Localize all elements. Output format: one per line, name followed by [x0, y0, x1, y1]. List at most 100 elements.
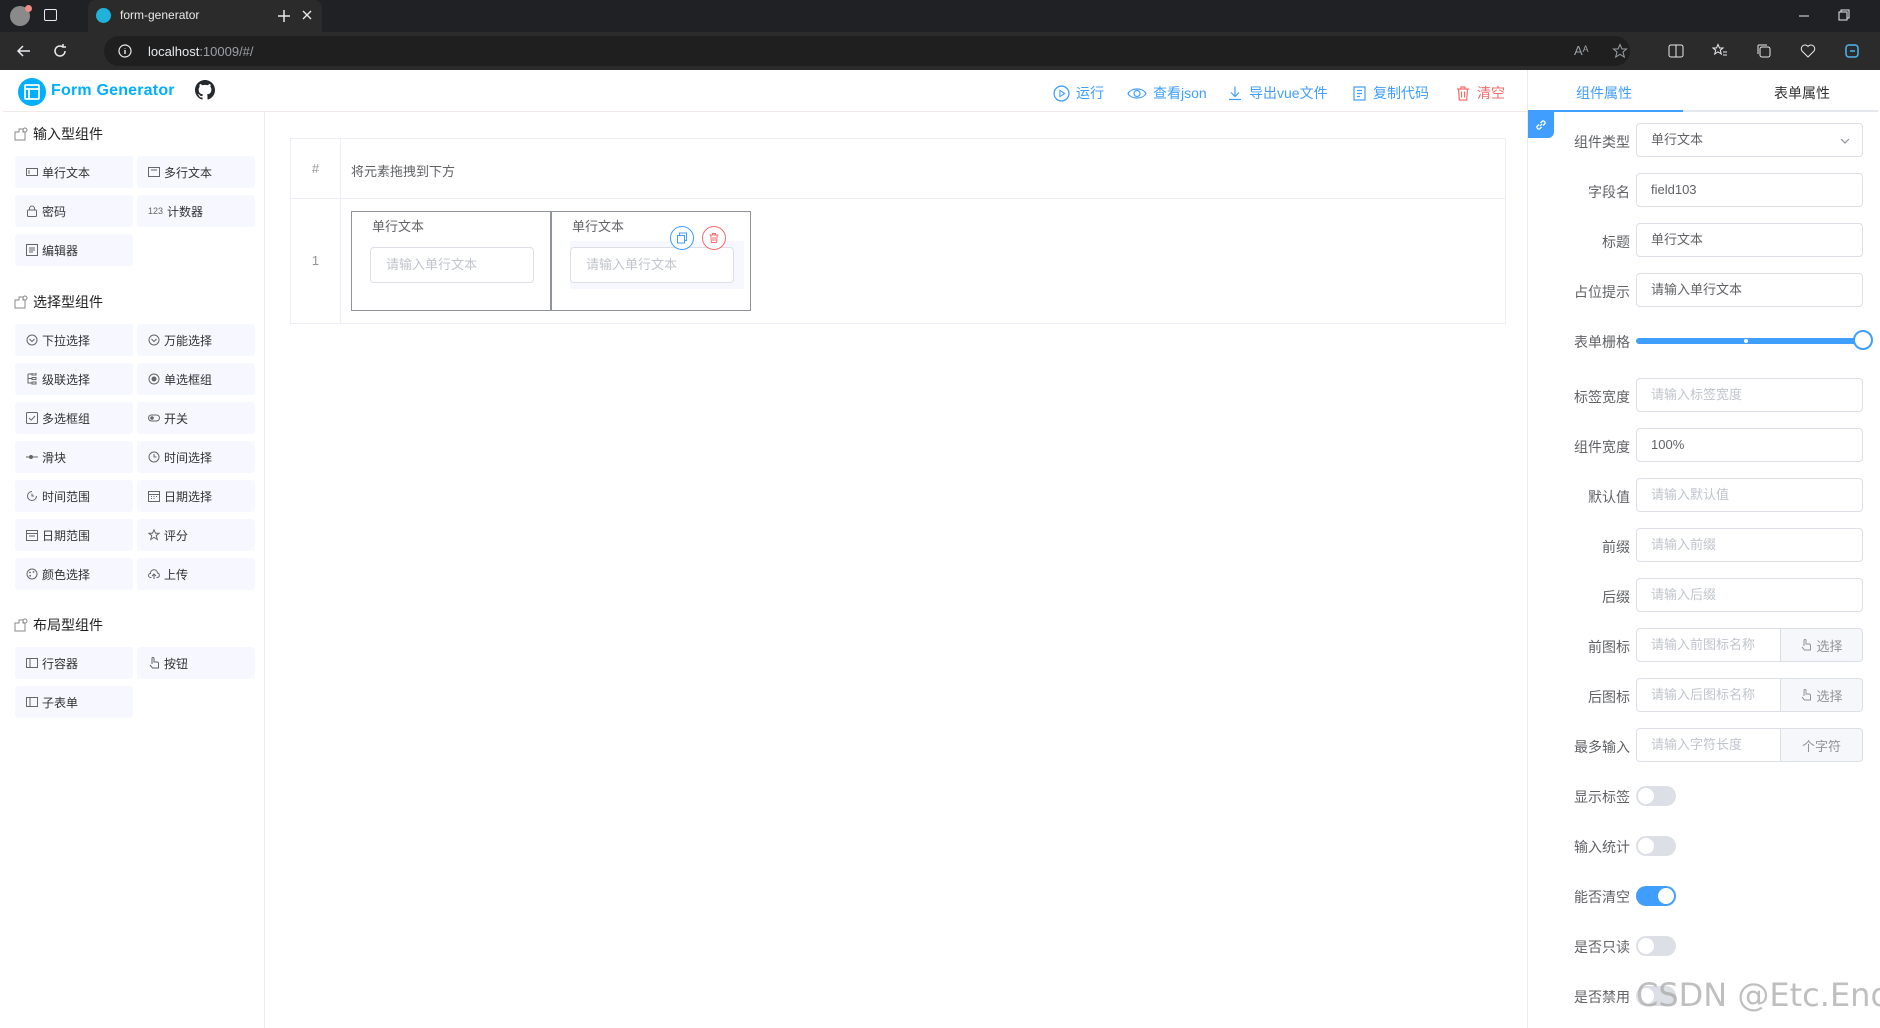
- suffix-input[interactable]: 请输入后缀: [1636, 578, 1863, 612]
- component-date[interactable]: 日期选择: [137, 480, 255, 512]
- component-rate[interactable]: 评分: [137, 519, 255, 551]
- field-name-input[interactable]: field103: [1636, 173, 1863, 207]
- form-field-item[interactable]: 单行文本 请输入单行文本: [351, 211, 551, 311]
- back-icon[interactable]: [16, 43, 32, 59]
- field-input[interactable]: 请输入单行文本: [570, 247, 734, 283]
- component-select[interactable]: 下拉选择: [15, 324, 133, 356]
- restore-icon[interactable]: [1838, 9, 1850, 21]
- new-tab-icon[interactable]: [276, 8, 292, 24]
- tab-component-props[interactable]: 组件属性: [1576, 83, 1632, 103]
- component-cascader[interactable]: 级联选择: [15, 363, 133, 395]
- site-info-icon[interactable]: [118, 44, 132, 58]
- default-value-input[interactable]: 请输入默认值: [1636, 478, 1863, 512]
- prefix-input[interactable]: 请输入前缀: [1636, 528, 1863, 562]
- maxlength-append: 个字符: [1781, 728, 1863, 762]
- show-label-switch[interactable]: [1636, 786, 1676, 806]
- component-label: 评分: [164, 528, 189, 543]
- component-time-range[interactable]: 时间范围: [15, 480, 133, 512]
- run-button[interactable]: 运行: [1053, 83, 1104, 103]
- url-field[interactable]: localhost:10009/#/ Aᴬ: [104, 36, 1630, 66]
- component-type-select[interactable]: 单行文本: [1636, 123, 1863, 157]
- profile-avatar-icon[interactable]: [10, 5, 32, 26]
- prop-row-clearable: 能否清空: [1528, 878, 1868, 912]
- collections-icon[interactable]: [1756, 43, 1772, 59]
- component-label: 多选框组: [42, 411, 91, 426]
- export-vue-button[interactable]: 导出vue文件: [1227, 83, 1328, 103]
- component-checkbox[interactable]: 多选框组: [15, 402, 133, 434]
- group-title-label: 输入型组件: [33, 126, 103, 142]
- component-label: 上传: [164, 567, 189, 582]
- select-icon: [26, 334, 38, 346]
- component-group-icon: [14, 295, 28, 309]
- copy-field-button[interactable]: [670, 226, 694, 250]
- component-subform[interactable]: 子表单: [15, 686, 133, 718]
- component-upload[interactable]: 上传: [137, 558, 255, 590]
- prefix-icon-input[interactable]: 请输入前图标名称: [1636, 628, 1781, 662]
- suffix-icon-select-button[interactable]: 选择: [1781, 678, 1863, 712]
- minimize-icon[interactable]: [1798, 10, 1810, 22]
- prop-row-word-limit: 输入统计: [1528, 828, 1868, 862]
- properties-panel: 组件属性 表单属性 组件类型 单行文本 字段名 field103 标题 单行文本…: [1527, 70, 1878, 1028]
- cascader-icon: [27, 373, 37, 385]
- grid-span-slider[interactable]: [1636, 330, 1873, 350]
- label-width-input[interactable]: 请输入标签宽度: [1636, 378, 1863, 412]
- delete-field-button[interactable]: [702, 226, 726, 250]
- field-input[interactable]: 请输入单行文本: [370, 247, 534, 283]
- prop-row-prefix: 前缀 请输入前缀: [1528, 528, 1868, 562]
- title-input[interactable]: 单行文本: [1636, 223, 1863, 257]
- trash-icon: [1457, 85, 1469, 101]
- prop-label: 标签宽度: [1574, 389, 1630, 405]
- component-color[interactable]: 颜色选择: [15, 558, 133, 590]
- document-copy-icon: [1353, 85, 1366, 101]
- word-limit-switch[interactable]: [1636, 836, 1676, 856]
- github-icon[interactable]: [195, 80, 215, 100]
- slider-handle[interactable]: [1853, 330, 1873, 350]
- prop-label: 最多输入: [1574, 739, 1630, 755]
- prop-row-suffix: 后缀 请输入后缀: [1528, 578, 1868, 612]
- component-input[interactable]: 单行文本: [15, 156, 133, 188]
- component-button[interactable]: 按钮: [137, 647, 255, 679]
- prefix-icon-select-button[interactable]: 选择: [1781, 628, 1863, 662]
- close-tab-icon[interactable]: [300, 8, 314, 22]
- form-generator-app: Form Generator 运行 查看json 导出vue文件 复制代码 清空…: [3, 70, 1878, 1028]
- component-row[interactable]: 行容器: [15, 647, 133, 679]
- component-editor[interactable]: 编辑器: [15, 234, 133, 266]
- copilot-icon[interactable]: [1844, 43, 1860, 59]
- prop-label: 能否清空: [1574, 889, 1630, 905]
- browser-essentials-icon[interactable]: [1800, 43, 1816, 59]
- readonly-switch[interactable]: [1636, 936, 1676, 956]
- component-password[interactable]: 密码: [15, 195, 133, 227]
- component-date-range[interactable]: 日期范围: [15, 519, 133, 551]
- layout-components-title: 布局型组件: [13, 615, 103, 635]
- form-field-item-active[interactable]: 单行文本 请输入单行文本: [551, 211, 751, 311]
- prop-row-comp-width: 组件宽度 100%: [1528, 428, 1868, 462]
- switch-knob: [1658, 888, 1674, 904]
- view-json-button[interactable]: 查看json: [1127, 83, 1207, 103]
- copy-code-button[interactable]: 复制代码: [1351, 83, 1429, 103]
- component-radio[interactable]: 单选框组: [137, 363, 255, 395]
- reload-icon[interactable]: [52, 43, 68, 59]
- favorite-star-icon[interactable]: [1612, 43, 1628, 59]
- tab-form-props[interactable]: 表单属性: [1774, 83, 1830, 103]
- view-json-label: 查看json: [1153, 85, 1207, 101]
- clearable-switch[interactable]: [1636, 886, 1676, 906]
- component-textarea[interactable]: 多行文本: [137, 156, 255, 188]
- component-universal-select[interactable]: 万能选择: [137, 324, 255, 356]
- clear-button[interactable]: 清空: [1455, 83, 1505, 103]
- properties-tabs: 组件属性 表单属性: [1528, 70, 1878, 112]
- component-time[interactable]: 时间选择: [137, 441, 255, 473]
- prop-row-label-width: 标签宽度 请输入标签宽度: [1528, 378, 1868, 412]
- component-switch[interactable]: 开关: [137, 402, 255, 434]
- component-slider[interactable]: 滑块: [15, 441, 133, 473]
- tab-actions-icon[interactable]: [44, 9, 57, 21]
- read-aloud-icon[interactable]: Aᴬ: [1574, 43, 1589, 58]
- component-width-input[interactable]: 100%: [1636, 428, 1863, 462]
- suffix-icon-input[interactable]: 请输入后图标名称: [1636, 678, 1781, 712]
- component-palette: 输入型组件 单行文本 多行文本 密码 123 计数器 编辑器 选择型组件 下拉选择…: [3, 112, 265, 1028]
- placeholder-input[interactable]: 请输入单行文本: [1636, 273, 1863, 307]
- favorites-icon[interactable]: [1712, 43, 1728, 59]
- split-screen-icon[interactable]: [1668, 43, 1684, 59]
- maxlength-input[interactable]: 请输入字符长度: [1636, 728, 1781, 762]
- component-number[interactable]: 123 计数器: [137, 195, 255, 227]
- prop-row-title: 标题 单行文本: [1528, 223, 1868, 257]
